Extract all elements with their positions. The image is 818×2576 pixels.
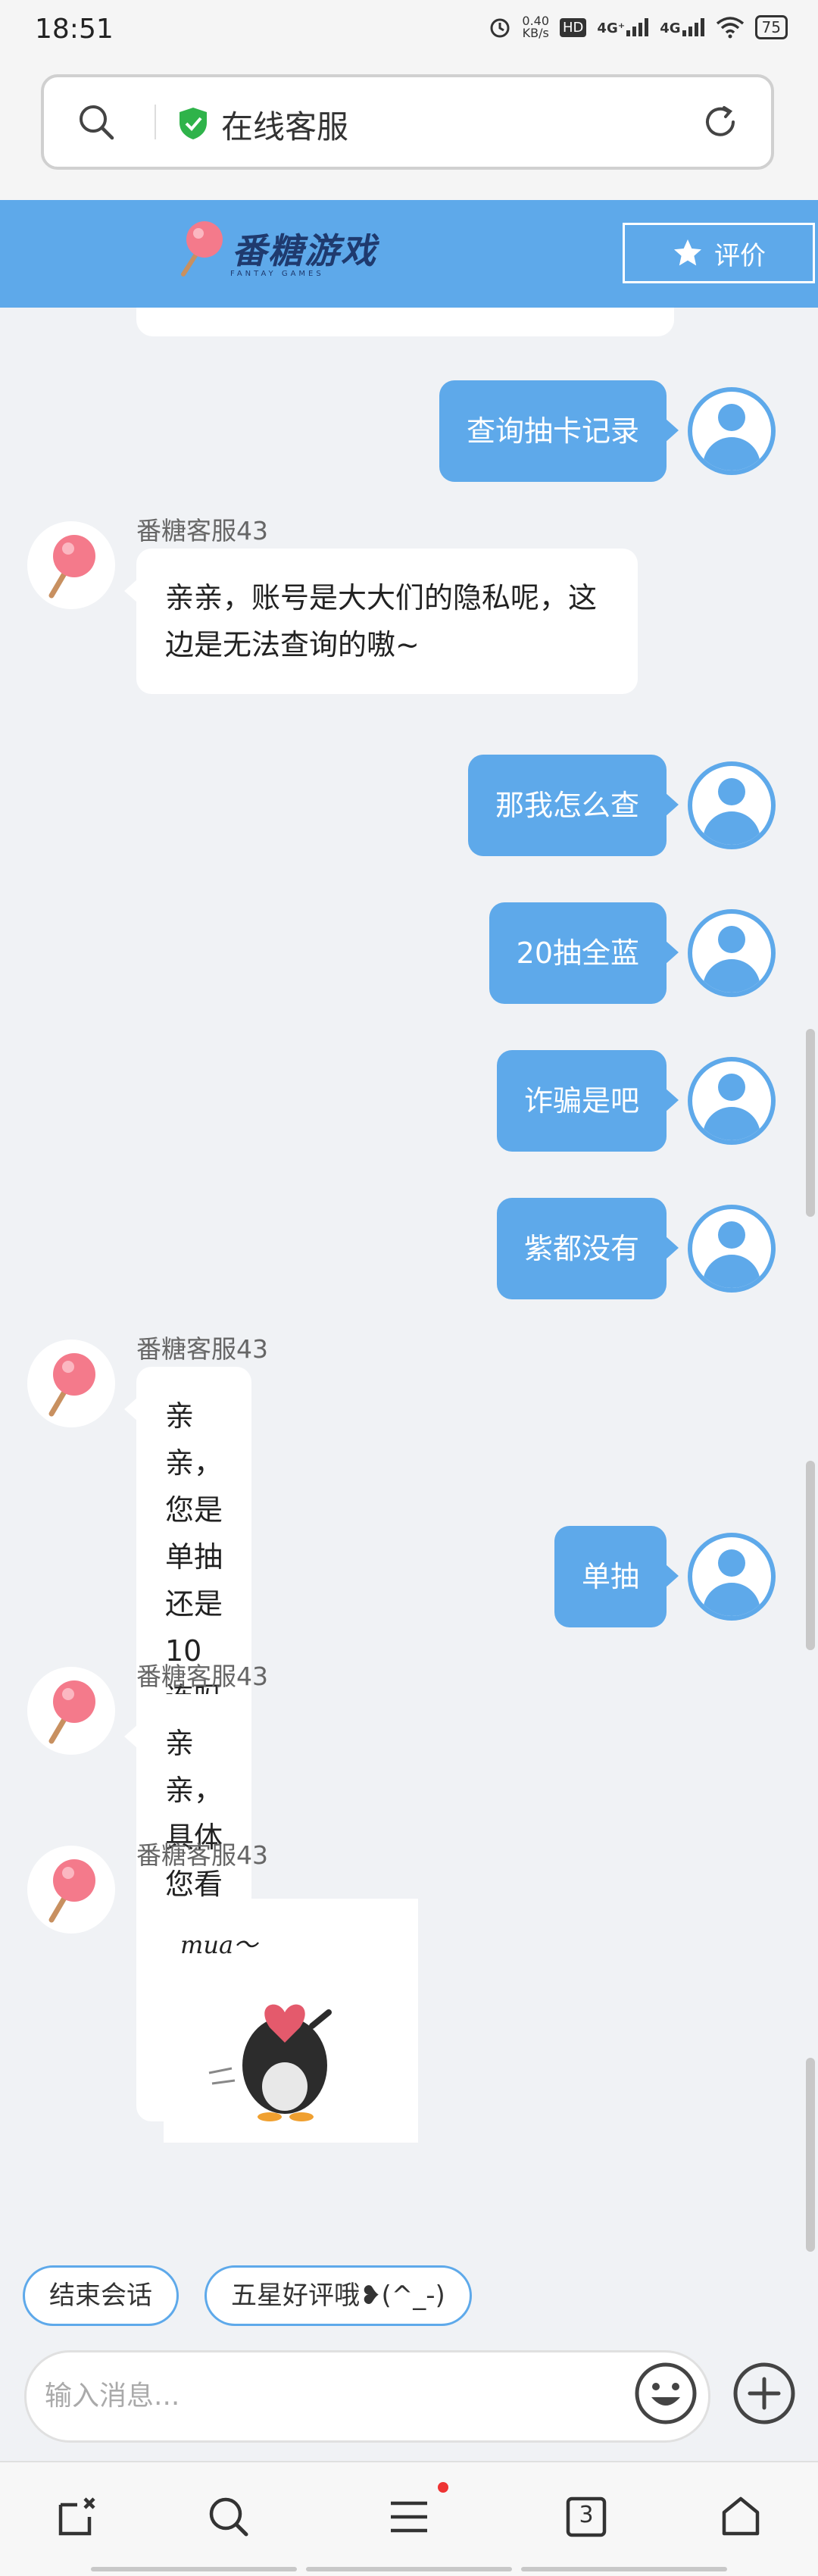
close-page-icon[interactable] bbox=[55, 2494, 100, 2540]
brand-logo: 番糖游戏 FANTAY GAMES bbox=[176, 220, 377, 278]
user-message-bubble: 那我怎么查 bbox=[467, 755, 679, 856]
wifi-icon bbox=[716, 16, 745, 39]
user-message: 单抽 bbox=[554, 1526, 776, 1627]
user-message-bubble: 诈骗是吧 bbox=[496, 1050, 679, 1152]
secure-shield-icon bbox=[177, 106, 209, 144]
user-message-bubble: 查询抽卡记录 bbox=[439, 380, 679, 482]
sim2-label: 4G bbox=[660, 20, 681, 36]
previous-message-bubble bbox=[136, 308, 674, 336]
user-avatar bbox=[688, 1205, 776, 1293]
rate-button[interactable]: 评价 bbox=[623, 223, 815, 283]
signal-icon bbox=[682, 18, 704, 36]
agent-avatar bbox=[27, 1667, 115, 1755]
chat-header: 番糖游戏 FANTAY GAMES 评价 bbox=[0, 200, 818, 308]
brand-subtitle: FANTAY GAMES bbox=[230, 270, 324, 278]
penguin-heart-illustration bbox=[208, 2004, 332, 2121]
user-message-bubble: 紫都没有 bbox=[496, 1198, 679, 1299]
end-session-chip[interactable]: 结束会话 bbox=[23, 2265, 179, 2326]
reload-icon[interactable] bbox=[700, 102, 741, 145]
quick-replies: 结束会话 五星好评哦❥(^_-) bbox=[0, 2252, 818, 2343]
battery-indicator: 75 bbox=[754, 15, 788, 39]
agent-avatar bbox=[27, 1340, 115, 1427]
agent-message-line: 亲亲，账号是大大们的隐私呢，这 bbox=[165, 581, 598, 614]
sim1-signal: 4G⁺ bbox=[597, 18, 649, 36]
agent-name: 番糖客服43 bbox=[136, 516, 268, 546]
agent-message-line: 边是无法查询的嗷~ bbox=[165, 628, 420, 661]
plus-icon[interactable] bbox=[732, 2361, 797, 2429]
signal-icon bbox=[626, 18, 649, 36]
lollipop-icon bbox=[181, 221, 223, 277]
user-message: 20抽全蓝 bbox=[489, 902, 776, 1004]
gesture-bar bbox=[91, 2567, 727, 2571]
search-icon[interactable] bbox=[206, 2494, 251, 2540]
user-message: 紫都没有 bbox=[496, 1198, 776, 1299]
user-message: 那我怎么查 bbox=[467, 755, 776, 856]
lollipop-icon bbox=[48, 1680, 95, 1744]
agent-avatar bbox=[27, 1846, 115, 1934]
address-bar[interactable]: 在线客服 bbox=[41, 74, 774, 170]
message-input-bar: 输入消息... bbox=[0, 2343, 818, 2461]
hd-badge: HD bbox=[560, 17, 587, 37]
menu-icon[interactable] bbox=[386, 2494, 432, 2540]
net-speed-unit: KB/s bbox=[522, 26, 549, 40]
chat-messages[interactable]: 查询抽卡记录 番糖客服43 亲亲，账号是大大们的隐私呢，这 边是无法查询的嗷~ … bbox=[0, 308, 818, 2252]
status-bar: 18:51 0.40 KB/s HD 4G⁺ 4G 75 bbox=[0, 0, 818, 64]
star-icon bbox=[674, 239, 701, 266]
scrollbar-thumb[interactable] bbox=[806, 1029, 815, 1217]
tabs-button[interactable]: 3 bbox=[564, 2494, 609, 2540]
scrollbar-thumb[interactable] bbox=[806, 2058, 815, 2252]
user-avatar bbox=[688, 909, 776, 997]
sim2-signal: 4G bbox=[660, 18, 704, 36]
user-avatar bbox=[688, 1533, 776, 1621]
agent-message-bubble: 亲亲，账号是大大们的隐私呢，这 边是无法查询的嗷~ bbox=[124, 549, 638, 694]
agent-avatar bbox=[27, 521, 115, 609]
status-time: 18:51 bbox=[35, 14, 114, 45]
user-avatar bbox=[688, 387, 776, 475]
message-input[interactable]: 输入消息... bbox=[24, 2350, 710, 2443]
agent-name: 番糖客服43 bbox=[136, 1334, 268, 1364]
lollipop-icon bbox=[48, 1353, 95, 1417]
scrollbar-thumb[interactable] bbox=[806, 1461, 815, 1650]
page-title: 在线客服 bbox=[221, 108, 349, 145]
address-divider bbox=[155, 105, 156, 139]
alarm-icon bbox=[489, 16, 511, 39]
net-speed: 0.40 KB/s bbox=[522, 15, 549, 39]
lollipop-icon bbox=[48, 1859, 95, 1923]
user-avatar bbox=[688, 1057, 776, 1145]
browser-bottom-nav: 3 bbox=[0, 2461, 818, 2576]
home-icon[interactable] bbox=[718, 2494, 763, 2540]
agent-name: 番糖客服43 bbox=[136, 1662, 268, 1691]
sticker-image[interactable]: mua～ bbox=[164, 1899, 418, 2143]
sim1-label: 4G⁺ bbox=[597, 20, 626, 36]
notification-dot bbox=[438, 2482, 448, 2493]
brand-name: 番糖游戏 bbox=[232, 230, 377, 271]
user-message: 诈骗是吧 bbox=[496, 1050, 776, 1152]
status-icons: 0.40 KB/s HD 4G⁺ 4G 75 bbox=[489, 15, 788, 39]
agent-name: 番糖客服43 bbox=[136, 1840, 268, 1870]
user-message-bubble: 单抽 bbox=[554, 1526, 679, 1627]
five-star-chip[interactable]: 五星好评哦❥(^_-) bbox=[204, 2265, 472, 2326]
user-message-bubble: 20抽全蓝 bbox=[489, 902, 679, 1004]
user-avatar bbox=[688, 761, 776, 849]
rate-label: 评价 bbox=[714, 240, 766, 271]
user-message: 查询抽卡记录 bbox=[439, 380, 776, 482]
lollipop-icon bbox=[48, 535, 95, 599]
address-bar-area: 在线客服 bbox=[0, 64, 818, 200]
search-icon[interactable] bbox=[76, 102, 117, 145]
tab-count: 3 bbox=[579, 2502, 594, 2528]
emoji-icon[interactable] bbox=[633, 2361, 698, 2429]
